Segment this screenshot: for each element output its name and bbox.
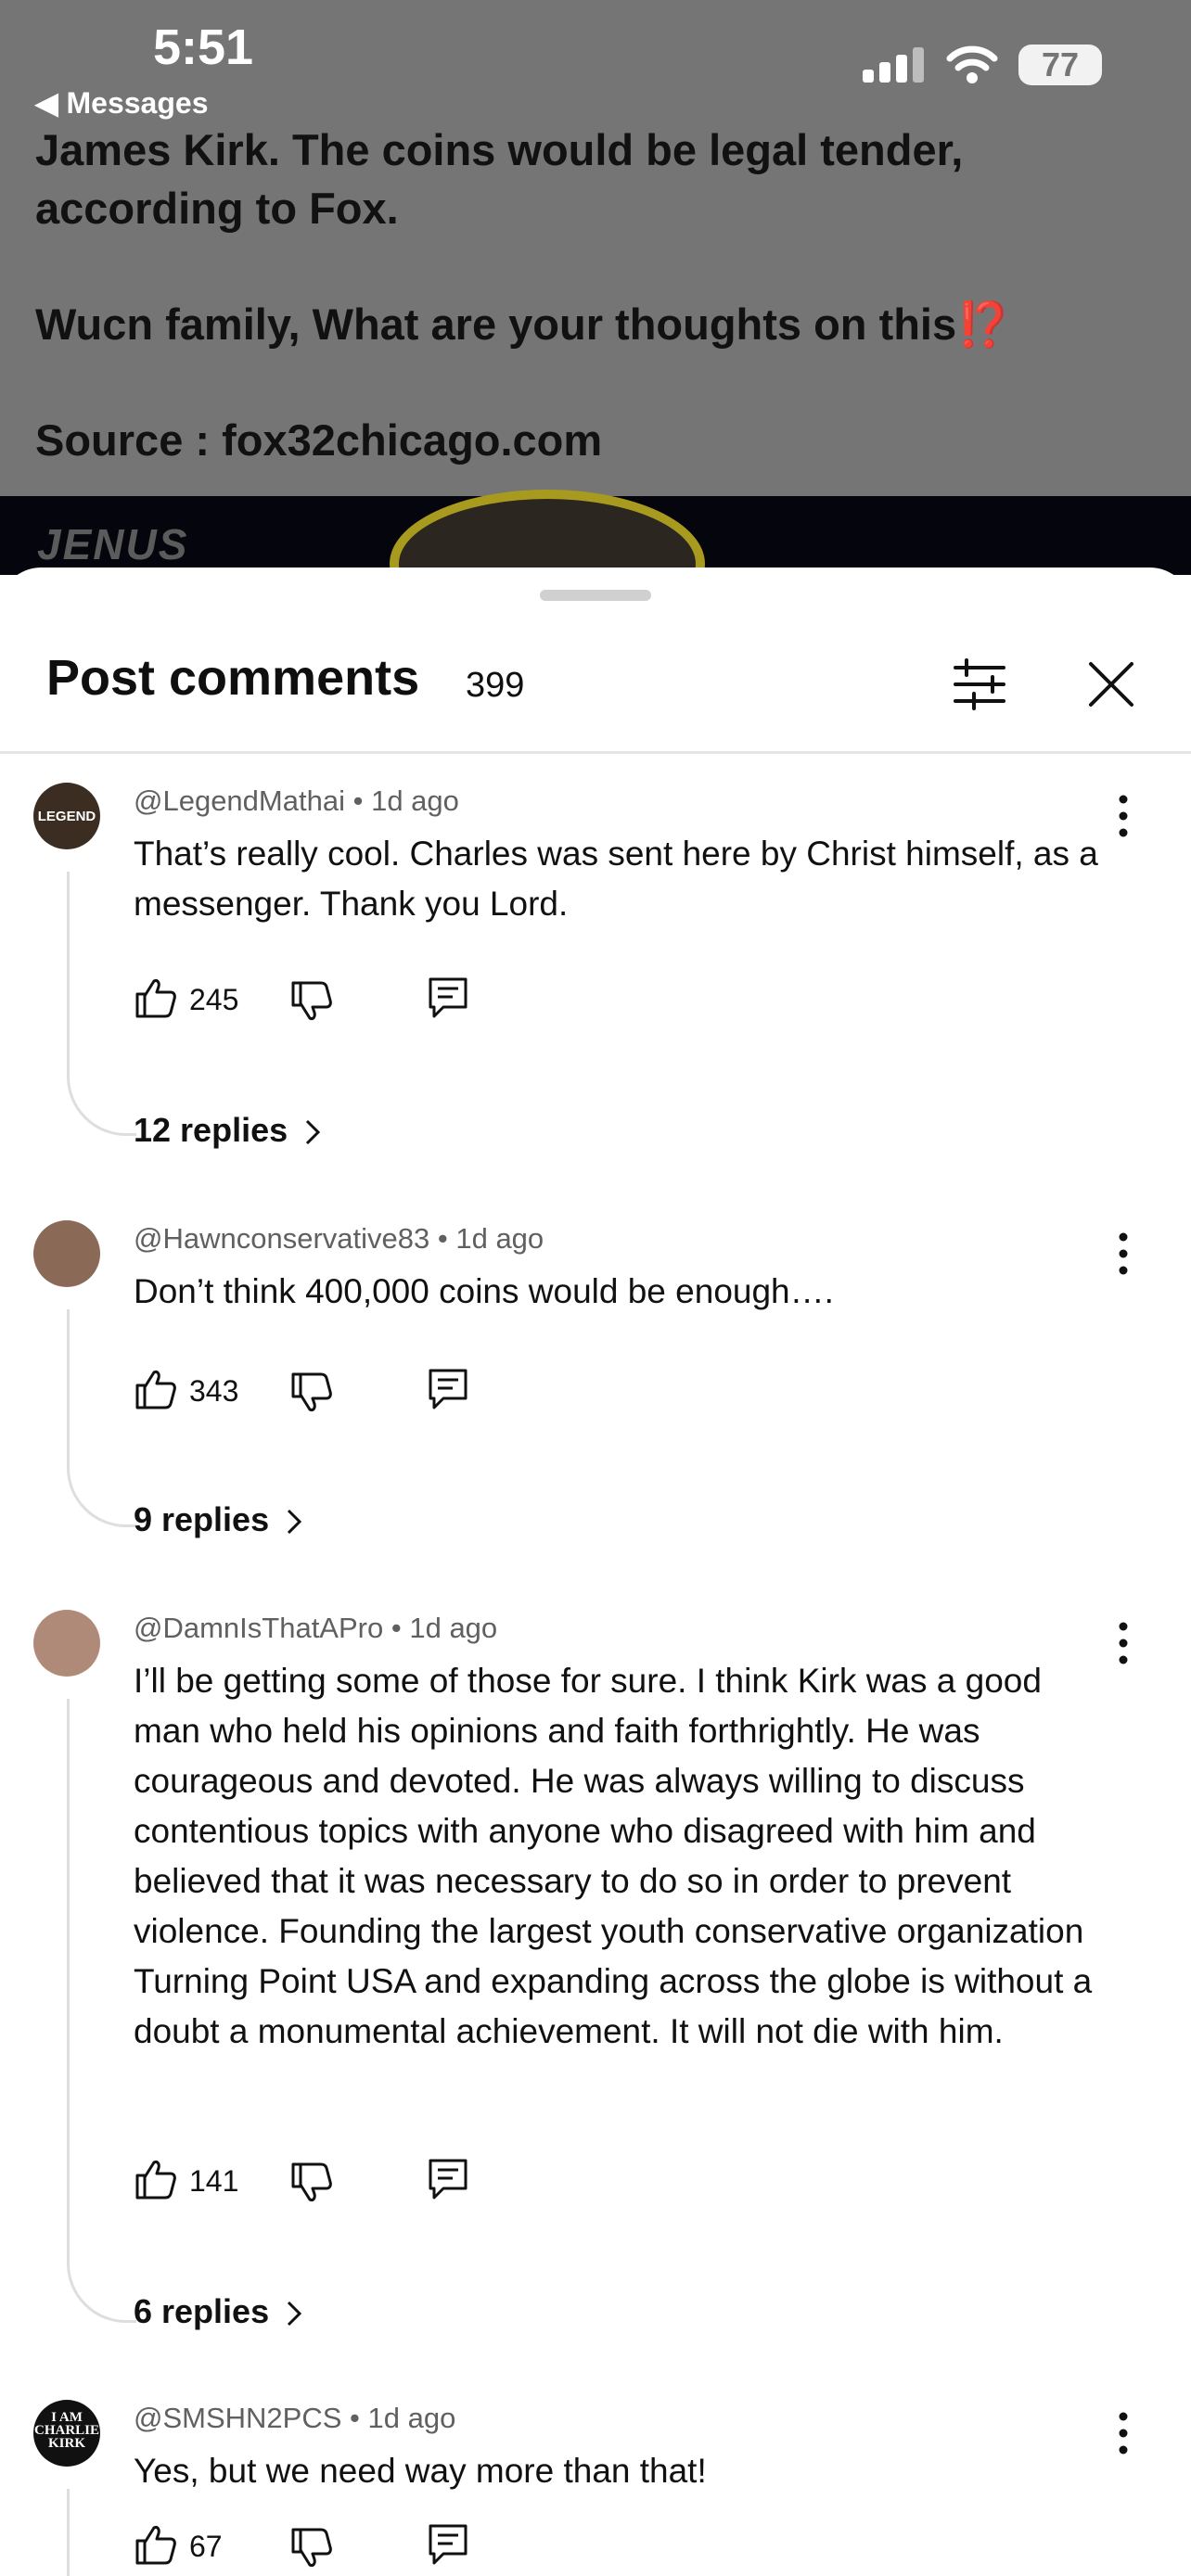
comment-author[interactable]: @DamnIsThatAPro	[134, 1612, 383, 1644]
avatar[interactable]	[33, 1220, 100, 1287]
thumbs-up-icon[interactable]	[134, 2157, 178, 2201]
view-replies-button[interactable]: 9 replies	[134, 1500, 302, 1539]
replies-label: 6 replies	[134, 2292, 270, 2330]
comment-author[interactable]: @SMSHN2PCS	[134, 2402, 341, 2434]
battery-indicator: 77	[1018, 45, 1102, 85]
post-line: James Kirk. The coins would be legal ten…	[35, 125, 964, 174]
thumbs-up-icon[interactable]	[134, 976, 178, 1020]
view-replies-button[interactable]: 12 replies	[134, 1111, 321, 1150]
thumbs-down-icon[interactable]	[289, 2161, 334, 2205]
thread-line	[67, 1699, 136, 2323]
back-to-messages[interactable]: ◀ Messages	[35, 85, 208, 121]
avatar-text: I AM CHARLIE KIRK	[33, 2410, 99, 2451]
avatar[interactable]: I AM CHARLIE KIRK	[33, 2400, 100, 2467]
like-count: 141	[189, 2164, 239, 2198]
header-divider	[0, 751, 1191, 754]
chevron-right-icon	[306, 1120, 321, 1145]
replies-label: 12 replies	[134, 1111, 288, 1149]
comment-meta: @LegendMathai • 1d ago	[134, 784, 459, 817]
post-source: Source : fox32chicago.com	[35, 415, 603, 465]
avatar[interactable]	[33, 1610, 100, 1677]
comment-meta: @SMSHN2PCS • 1d ago	[134, 2402, 456, 2434]
thread-line	[67, 872, 136, 1136]
like-count: 67	[189, 2530, 223, 2563]
thumbs-down-icon[interactable]	[289, 1371, 334, 1415]
comment-author[interactable]: @Hawnconservative83	[134, 1222, 429, 1255]
post-text: James Kirk. The coins would be legal ten…	[35, 121, 1148, 469]
comment-age: 1d ago	[409, 1612, 498, 1644]
comment-text: Yes, but we need way more than that!	[134, 2452, 707, 2490]
comment-text: That’s really cool. Charles was sent her…	[134, 835, 1098, 923]
wifi-icon	[946, 45, 998, 83]
comment-age: 1d ago	[371, 784, 459, 817]
thumbs-down-icon[interactable]	[289, 2526, 334, 2570]
comment-meta: @Hawnconservative83 • 1d ago	[134, 1222, 544, 1255]
reply-comment-icon[interactable]	[427, 2522, 469, 2567]
thumbnail-logo: JENUS	[37, 520, 189, 568]
sheet-title: Post comments	[46, 650, 420, 706]
comment-age: 1d ago	[367, 2402, 456, 2434]
comment-meta: @DamnIsThatAPro • 1d ago	[134, 1612, 498, 1644]
comment-author[interactable]: @LegendMathai	[134, 784, 345, 817]
drag-handle[interactable]	[540, 590, 651, 601]
status-icons: 77	[863, 45, 1102, 85]
cellular-signal-icon	[863, 47, 924, 83]
background-post: 5:51 ◀ Messages 77 James Kirk. The coins…	[0, 0, 1191, 575]
reply-comment-icon[interactable]	[427, 2157, 469, 2201]
comment-text: Don’t think 400,000 coins would be enoug…	[134, 1272, 834, 1310]
comment-count: 399	[466, 666, 525, 705]
filter-sliders-icon[interactable]	[946, 651, 1013, 718]
status-time: 5:51	[153, 19, 254, 75]
exclamation-question-emoji: ⁉️	[956, 300, 1011, 349]
thumbs-up-icon[interactable]	[134, 1367, 178, 1411]
replies-label: 9 replies	[134, 1500, 270, 1538]
chevron-right-icon	[288, 2302, 302, 2327]
reply-comment-icon[interactable]	[427, 976, 469, 1020]
thumbs-up-icon[interactable]	[134, 2522, 178, 2567]
thread-line	[67, 2489, 136, 2576]
comment-text: I’ll be getting some of those for sure. …	[134, 1662, 1093, 2050]
reply-comment-icon[interactable]	[427, 1367, 469, 1411]
like-count: 245	[189, 983, 239, 1016]
comments-sheet: Post comments 399 LEGEND @LegendMathai •…	[0, 567, 1191, 2576]
thread-line	[67, 1309, 136, 1527]
thumbs-down-icon[interactable]	[289, 979, 334, 1024]
post-line: Wucn family, What are your thoughts on t…	[35, 300, 1011, 349]
close-icon[interactable]	[1078, 651, 1145, 718]
comment-age: 1d ago	[455, 1222, 544, 1255]
avatar-text: LEGEND	[37, 809, 96, 824]
avatar[interactable]: LEGEND	[33, 783, 100, 849]
view-replies-button[interactable]: 6 replies	[134, 2292, 302, 2331]
chevron-right-icon	[288, 1510, 302, 1535]
post-line: according to Fox.	[35, 184, 399, 233]
like-count: 343	[189, 1374, 239, 1408]
